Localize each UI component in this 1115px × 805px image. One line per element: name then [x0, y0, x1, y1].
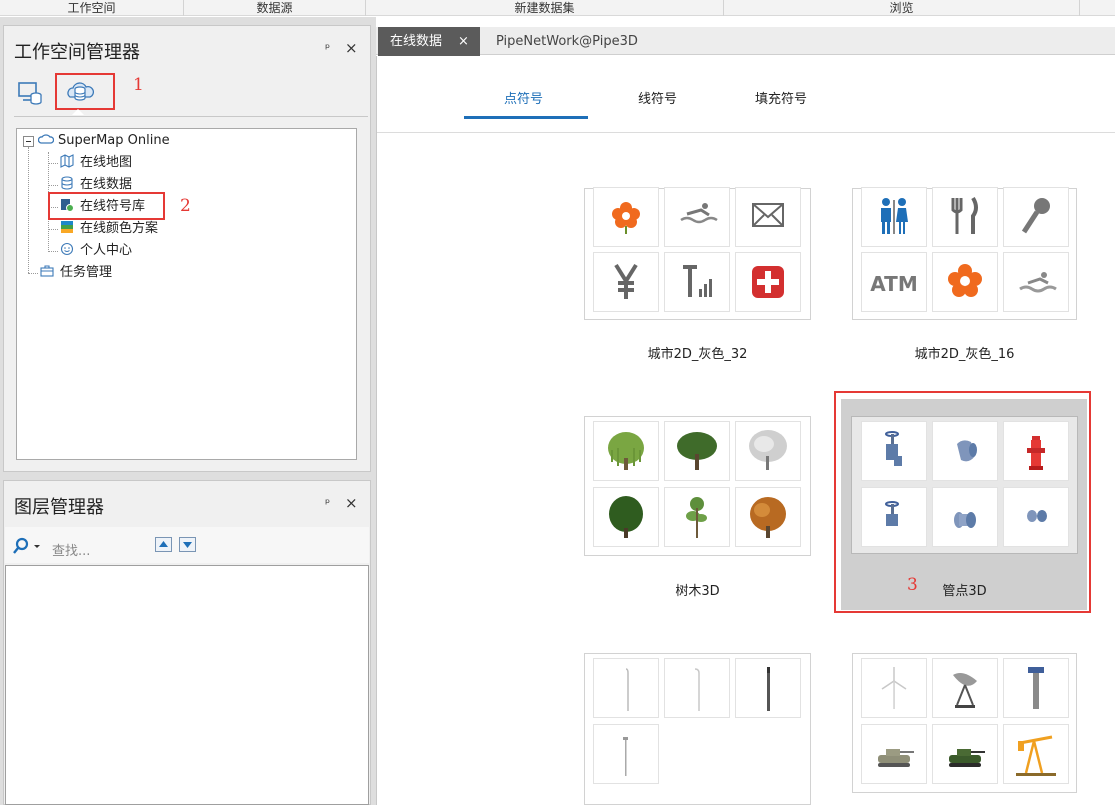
- wind-turbine-icon: [861, 658, 927, 718]
- annotation-number-2: 2: [180, 196, 191, 216]
- library-label: 城市2D_灰色_16: [914, 347, 1015, 362]
- street-lamp-icon: [593, 658, 659, 718]
- color-scheme-icon: [60, 220, 74, 234]
- annotation-number-3: 3: [907, 575, 918, 595]
- close-button[interactable]: ×: [345, 39, 358, 57]
- close-button[interactable]: ×: [345, 494, 358, 512]
- group-label-new-dataset: 新建数据集: [366, 0, 724, 16]
- tab-line-symbol[interactable]: 线符号: [638, 88, 677, 107]
- search-dropdown-button[interactable]: [13, 537, 43, 555]
- annotation-number-1: 1: [133, 75, 144, 95]
- yen-icon: [593, 252, 659, 312]
- thin-tree-icon: [664, 487, 730, 547]
- swimming-icon: [664, 187, 730, 247]
- tank-icon: [861, 724, 927, 784]
- tree-node-online-map[interactable]: 在线地图: [60, 153, 132, 173]
- map-icon: [60, 154, 74, 168]
- tree-line: [48, 185, 58, 186]
- svg-text:ATM: ATM: [870, 272, 917, 296]
- layer-panel-title: 图层管理器: [14, 497, 104, 518]
- triangle-up-icon: [159, 541, 168, 547]
- satellite-dish-icon: [932, 658, 998, 718]
- pin-button[interactable]: ᵖ: [325, 496, 330, 510]
- tree-collapse-toggle[interactable]: [23, 136, 34, 147]
- microphone-icon: [1003, 187, 1069, 247]
- triangle-down-icon: [183, 542, 192, 548]
- tree-node-supermap-online[interactable]: SuperMap Online: [38, 131, 170, 151]
- tank-icon: [932, 724, 998, 784]
- move-down-button[interactable]: [179, 537, 196, 552]
- tree-node-label: 个人中心: [80, 243, 133, 258]
- tab-fill-symbol[interactable]: 填充符号: [755, 88, 807, 107]
- ribbon-group-strip: 工作空间 数据源 新建数据集 浏览: [0, 0, 1115, 16]
- workspace-icon: [18, 82, 42, 105]
- group-label-workspace: 工作空间: [0, 0, 184, 16]
- street-lamp-icon: [664, 658, 730, 718]
- tree-line: [28, 273, 38, 274]
- layer-search-input[interactable]: 查找...: [52, 540, 90, 559]
- flower-icon: [593, 187, 659, 247]
- restroom-icon: [861, 187, 927, 247]
- workspace-tab-button[interactable]: [17, 80, 43, 106]
- library-label: 树木3D: [675, 584, 720, 599]
- atm-icon: ATM: [861, 252, 927, 312]
- tree-line: [48, 163, 58, 164]
- pole-icon: [735, 658, 801, 718]
- tree-node-label: SuperMap Online: [58, 133, 170, 148]
- tab-separator: [377, 132, 1115, 133]
- layer-list: [5, 565, 369, 805]
- workspace-panel-title: 工作空间管理器: [14, 42, 140, 63]
- search-icon: [13, 537, 40, 554]
- swimming-icon: [1003, 252, 1069, 312]
- library-label: 城市2D_灰色_32: [647, 347, 748, 362]
- doc-tab-pipenetwork[interactable]: PipeNetWork@Pipe3D: [484, 27, 650, 56]
- tab-notch: [72, 109, 84, 115]
- cloud-icon: [38, 132, 54, 146]
- dining-icon: [932, 187, 998, 247]
- tree-line: [48, 251, 58, 252]
- group-label-browse: 浏览: [724, 0, 1080, 16]
- annotation-box-2: [48, 192, 165, 220]
- bush-tree-icon: [593, 487, 659, 547]
- autumn-tree-icon: [735, 487, 801, 547]
- signal-icon: [664, 252, 730, 312]
- tree-node-online-color-scheme[interactable]: 在线颜色方案: [60, 219, 158, 239]
- close-tab-button[interactable]: ×: [458, 27, 469, 56]
- tree-node-label: 在线颜色方案: [80, 221, 159, 236]
- oak-tree-icon: [664, 421, 730, 481]
- pin-button[interactable]: ᵖ: [325, 41, 330, 55]
- active-tab-indicator: [464, 116, 588, 119]
- tab-point-symbol[interactable]: 点符号: [504, 88, 543, 107]
- first-aid-icon: [735, 252, 801, 312]
- group-label-datasource: 数据源: [184, 0, 366, 16]
- tree-node-label: 任务管理: [60, 265, 113, 280]
- move-up-button[interactable]: [155, 537, 172, 552]
- tower-icon: [1003, 658, 1069, 718]
- tab-separator: [14, 116, 368, 117]
- database-icon: [60, 176, 74, 190]
- tree-node-label: 在线数据: [80, 177, 133, 192]
- tree-node-task-management[interactable]: 任务管理: [40, 263, 112, 283]
- mail-icon: [735, 187, 801, 247]
- pumpjack-icon: [1003, 724, 1069, 784]
- snowy-tree-icon: [735, 421, 801, 481]
- willow-tree-icon: [593, 421, 659, 481]
- tree-line: [48, 229, 58, 230]
- tree-node-personal-center[interactable]: 个人中心: [60, 241, 132, 261]
- flower-icon: [932, 252, 998, 312]
- tree-node-label: 在线地图: [80, 155, 133, 170]
- street-lamp-icon: [593, 724, 659, 784]
- tree-line: [28, 147, 29, 273]
- smiley-icon: [60, 242, 74, 256]
- annotation-box-3: [834, 391, 1091, 613]
- briefcase-icon: [40, 264, 54, 278]
- annotation-box-1: [55, 73, 115, 110]
